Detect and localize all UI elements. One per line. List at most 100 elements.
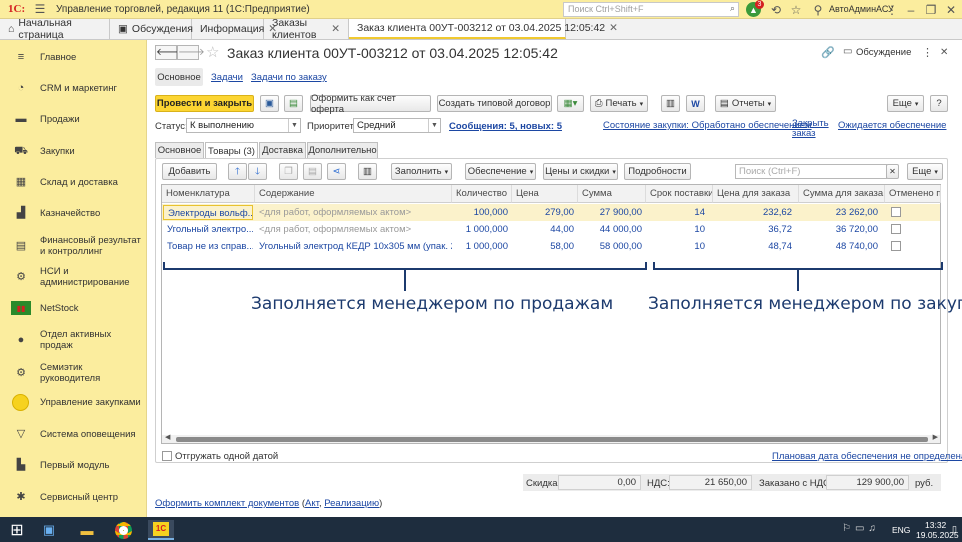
barcode-button[interactable]: ▥: [358, 163, 377, 180]
sidebar-item-nsi[interactable]: ⚙ НСИ и администрирование: [0, 265, 147, 289]
create-documents-link[interactable]: Оформить комплект документов: [155, 498, 299, 509]
history-icon[interactable]: ⟲: [768, 2, 784, 18]
sidebar-item-warehouse[interactable]: ▦ Склад и доставка: [0, 175, 147, 189]
minimize-icon[interactable]: –: [903, 2, 919, 18]
more-button[interactable]: Еще ▾: [887, 95, 924, 112]
tab-goods[interactable]: Товары (3): [205, 142, 258, 159]
reports-button[interactable]: ▤ Отчеты ▾: [715, 95, 776, 112]
file-explorer-icon[interactable]: ▬: [76, 520, 98, 540]
link-icon[interactable]: 🔗: [821, 46, 835, 59]
1c-taskbar-icon[interactable]: 1С: [148, 520, 174, 540]
messages-link[interactable]: Сообщения: 5, новых: 5: [449, 121, 562, 132]
scroll-left-icon[interactable]: ◀: [165, 433, 170, 441]
form-more-icon[interactable]: ⋮: [922, 46, 933, 59]
col-header[interactable]: Номенклатура: [162, 185, 255, 203]
language-indicator[interactable]: ENG: [892, 525, 910, 535]
cell-content[interactable]: <для работ, оформляемых актом>: [255, 222, 452, 238]
move-up-button[interactable]: 🡑: [228, 163, 247, 180]
tab-additional[interactable]: Дополнительно: [307, 142, 378, 158]
close-window-icon[interactable]: ✕: [943, 2, 959, 18]
scroll-right-icon[interactable]: ▶: [933, 433, 938, 441]
tray-icons[interactable]: ⚐▭♫: [842, 523, 880, 534]
col-header[interactable]: Сумма для заказа: [799, 185, 885, 203]
priority-select[interactable]: Средний ▼: [353, 118, 441, 133]
tab-discussions[interactable]: ▣ Обсуждения: [110, 19, 193, 39]
cell-sum[interactable]: 27 900,00: [578, 205, 646, 221]
sidebar-item-treasury[interactable]: ▟ Казначейство: [0, 206, 147, 220]
cell-order-sum[interactable]: 23 262,00: [799, 205, 882, 221]
cancelled-checkbox[interactable]: [891, 224, 901, 234]
col-header[interactable]: Цена: [512, 185, 578, 203]
cell-delivery-term[interactable]: 10: [646, 239, 709, 255]
global-search-input[interactable]: Поиск Ctrl+Shift+F ⌕: [563, 2, 739, 17]
sidebar-item-manager[interactable]: ⚙ Семиэтик руководителя: [0, 361, 147, 385]
sidebar-item-active-sales[interactable]: ● Отдел активных продаж: [0, 329, 147, 351]
post-and-close-button[interactable]: Провести и закрыть: [155, 95, 254, 112]
cell-order-price[interactable]: 36,72: [713, 222, 796, 238]
clear-search-button[interactable]: ✕: [886, 164, 899, 179]
col-header[interactable]: Срок поставки: [646, 185, 713, 203]
sidebar-item-first-module[interactable]: ▙ Первый модуль: [0, 458, 147, 472]
goods-more-button[interactable]: Еще ▾: [907, 163, 943, 180]
notification-center-icon[interactable]: ▯: [952, 524, 957, 535]
col-header[interactable]: Количество: [452, 185, 512, 203]
close-tab-icon[interactable]: ✕: [331, 23, 340, 35]
cell-delivery-term[interactable]: 10: [646, 222, 709, 238]
sidebar-item-finance[interactable]: ▤ Финансовый результат и контроллинг: [0, 234, 147, 258]
close-order-link[interactable]: Закрыть заказ: [792, 119, 829, 139]
expected-supply-link[interactable]: Ожидается обеспечение: [838, 120, 946, 131]
windows-start-icon[interactable]: ⊞: [6, 520, 28, 540]
col-header[interactable]: Отменено по: [885, 185, 941, 203]
chevron-down-icon[interactable]: ▼: [288, 119, 300, 132]
maximize-icon[interactable]: ❐: [923, 2, 939, 18]
close-tab-icon[interactable]: ✕: [609, 22, 618, 34]
chevron-down-icon[interactable]: ▼: [428, 119, 440, 132]
sidebar-item-main[interactable]: ≡ Главное: [0, 50, 147, 64]
purchase-state-link[interactable]: Состояние закупки: Обработано обеспечени…: [603, 120, 812, 131]
copy-row-button[interactable]: ❐: [279, 163, 298, 180]
nav-tasks[interactable]: Задачи: [211, 72, 243, 83]
sidebar-item-crm[interactable]: ◔ CRM и маркетинг: [0, 81, 147, 95]
nav-main[interactable]: Основное: [155, 68, 203, 86]
sidebar-item-alerts[interactable]: ▽ Система оповещения: [0, 427, 147, 441]
cancelled-checkbox[interactable]: [891, 241, 901, 251]
col-header[interactable]: Цена для заказа: [713, 185, 799, 203]
split-row-button[interactable]: ⋖: [327, 163, 346, 180]
cell-sum[interactable]: 58 000,00: [578, 239, 646, 255]
cell-delivery-term[interactable]: 14: [646, 205, 709, 221]
supply-button[interactable]: Обеспечение ▾: [465, 163, 536, 180]
cell-price[interactable]: 279,00: [512, 205, 578, 221]
invoice-offer-button[interactable]: Оформить как счет оферта: [310, 93, 431, 115]
nav-tasks-by-order[interactable]: Задачи по заказу: [251, 72, 327, 83]
back-button[interactable]: 🡐: [155, 45, 183, 60]
tab-information[interactable]: Информация ✕: [192, 19, 277, 39]
cell-order-price[interactable]: 48,74: [713, 239, 796, 255]
help-button[interactable]: ?: [930, 95, 948, 112]
planned-date-link[interactable]: Плановая дата обеспечения не определена: [772, 451, 962, 462]
star-icon[interactable]: ☆: [788, 2, 804, 18]
status-select[interactable]: К выполнению ▼: [186, 118, 301, 133]
tab-customer-order[interactable]: Заказ клиента 00УТ-003212 от 03.04.2025 …: [349, 19, 618, 39]
word-button[interactable]: W: [686, 95, 705, 112]
cell-order-sum[interactable]: 36 720,00: [799, 222, 882, 238]
hamburger-menu-icon[interactable]: ☰: [32, 1, 48, 17]
cell-order-sum[interactable]: 48 740,00: [799, 239, 882, 255]
cell-content[interactable]: Угольный электрод КЕДР 10x305 мм (упак. …: [255, 239, 452, 255]
scrollbar-thumb[interactable]: [176, 437, 928, 442]
sidebar-item-purchase-management[interactable]: Управление закупками: [0, 393, 147, 411]
col-header[interactable]: Сумма: [578, 185, 646, 203]
more-menu-icon[interactable]: ⋮: [884, 2, 900, 18]
app-window-icon[interactable]: ▣: [38, 520, 60, 540]
realization-link[interactable]: Реализацию: [324, 498, 379, 509]
chrome-icon[interactable]: [112, 520, 134, 540]
tab-home-page[interactable]: ⌂ Начальная страница: [0, 17, 110, 41]
cell-order-price[interactable]: 232,62: [713, 205, 796, 221]
horizontal-scrollbar[interactable]: ◀ ▶: [162, 433, 940, 443]
tab-main[interactable]: Основное: [155, 142, 204, 158]
save-button[interactable]: ▣: [260, 95, 279, 112]
fill-button[interactable]: Заполнить ▾: [391, 163, 452, 180]
cell-price[interactable]: 58,00: [512, 239, 578, 255]
search-icon[interactable]: ⌕: [730, 3, 735, 14]
sidebar-item-sales[interactable]: ▬ Продажи: [0, 112, 147, 126]
sidebar-item-service[interactable]: ✱ Сервисный центр: [0, 490, 147, 504]
